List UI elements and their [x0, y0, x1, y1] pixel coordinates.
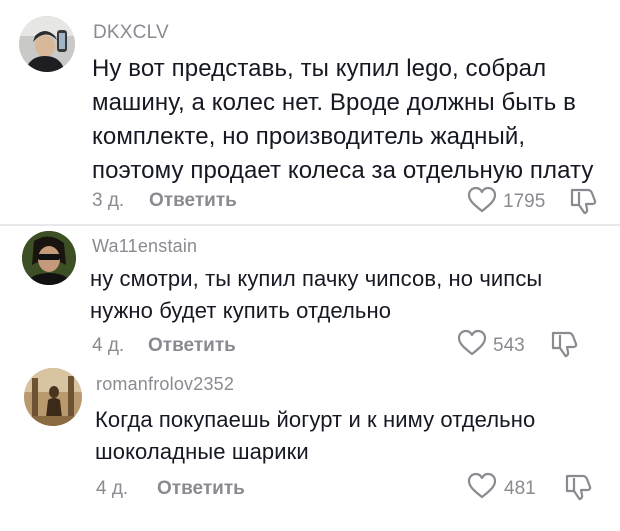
comment-age: 3 д.	[92, 190, 125, 211]
avatar[interactable]	[19, 16, 75, 72]
reply-button[interactable]: Ответить	[148, 335, 236, 357]
thumbs-down-outline-icon[interactable]	[563, 472, 593, 507]
like-count: 1795	[503, 191, 546, 212]
comment-text: Ну вот представь, ты купил lego, собрал …	[92, 55, 594, 184]
comment-item: Wa11enstain ну смотри, ты купил пачку чи…	[0, 225, 620, 367]
thumbs-down-outline-icon[interactable]	[568, 186, 598, 221]
like-count: 481	[504, 478, 536, 499]
comment-age: 4 д.	[96, 478, 129, 499]
avatar[interactable]	[22, 231, 76, 285]
comment-age: 4 д.	[92, 335, 125, 356]
comment-username[interactable]: Wa11enstain	[92, 236, 197, 257]
comment-text: Когда покупаешь йогурт и к ниму отдельно…	[95, 407, 536, 464]
comment-username[interactable]: romanfrolov2352	[96, 374, 234, 395]
thumbs-down-outline-icon[interactable]	[549, 329, 579, 364]
reply-button[interactable]: Ответить	[149, 190, 237, 212]
like-count: 543	[493, 335, 525, 356]
avatar[interactable]	[24, 368, 82, 426]
heart-outline-icon[interactable]	[467, 186, 497, 219]
comment-username[interactable]: DKXCLV	[93, 22, 169, 44]
heart-outline-icon[interactable]	[457, 329, 487, 362]
heart-outline-icon[interactable]	[467, 472, 497, 505]
comment-text: ну смотри, ты купил пачку чипсов, но чип…	[90, 266, 543, 323]
reply-button[interactable]: Ответить	[157, 478, 245, 500]
comment-item: DKXCLV Ну вот представь, ты купил lego, …	[0, 0, 620, 225]
comment-item: romanfrolov2352 Когда покупаешь йогурт и…	[0, 362, 620, 531]
comments-page: DKXCLV Ну вот представь, ты купил lego, …	[0, 0, 620, 531]
